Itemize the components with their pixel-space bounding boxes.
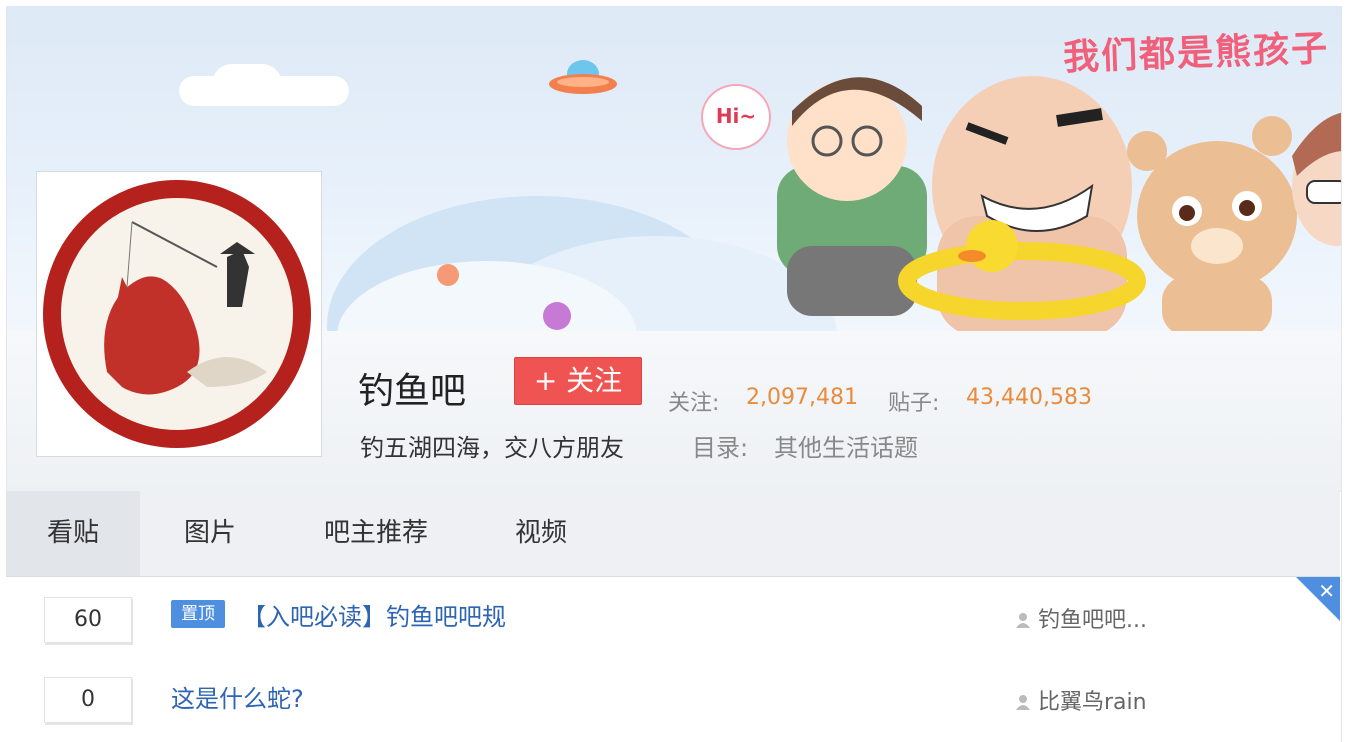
followers-label: 关注:: [668, 391, 720, 416]
ball: [543, 302, 571, 330]
forum-nav: 看贴 图片 吧主推荐 视频: [6, 491, 1340, 577]
follow-button[interactable]: + 关注: [514, 357, 642, 405]
user-icon: [1016, 695, 1030, 710]
thread-author[interactable]: 钓鱼吧吧...: [1016, 602, 1147, 634]
ufo-icon: [549, 60, 617, 94]
forum-slogan: 钓五湖四海，交八方朋友: [360, 434, 624, 462]
tab-threads[interactable]: 看贴: [6, 491, 140, 576]
followers-count: 2,097,481: [746, 385, 858, 410]
thread-title[interactable]: 这是什么蛇?: [171, 679, 304, 714]
forum-logo: [43, 180, 311, 448]
tab-videos[interactable]: 视频: [486, 491, 596, 576]
forum-avatar: [36, 171, 322, 457]
posts-count: 43,440,583: [966, 385, 1092, 410]
thread-author[interactable]: 比翼鸟rain: [1016, 684, 1147, 716]
reply-count: 60: [44, 597, 132, 643]
thread-row: 0 这是什么蛇? 比翼鸟rain: [6, 659, 1340, 741]
reply-count: 0: [44, 677, 132, 723]
author-name: 钓鱼吧吧...: [1038, 608, 1147, 633]
ball: [437, 264, 459, 286]
thread-list: ✕ 60 置顶 【入吧必读】钓鱼吧吧规 钓鱼吧吧... 0 这是什么蛇? 比翼鸟…: [6, 577, 1340, 742]
author-name: 比翼鸟rain: [1038, 690, 1147, 715]
directory-label: 目录:: [692, 434, 749, 462]
tab-recommended[interactable]: 吧主推荐: [296, 491, 456, 576]
forum-title: 钓鱼吧: [358, 371, 467, 412]
tab-images[interactable]: 图片: [140, 491, 280, 576]
user-icon: [1016, 613, 1030, 628]
thread-row: 60 置顶 【入吧必读】钓鱼吧吧规 钓鱼吧吧...: [6, 577, 1340, 659]
cartoon-characters: [777, 76, 1341, 331]
posts-label: 贴子:: [888, 391, 940, 416]
directory-link[interactable]: 其他生活话题: [774, 428, 918, 463]
thread-title[interactable]: 【入吧必读】钓鱼吧吧规: [242, 597, 506, 632]
pinned-badge: 置顶: [171, 600, 225, 628]
cloud: [212, 64, 282, 104]
